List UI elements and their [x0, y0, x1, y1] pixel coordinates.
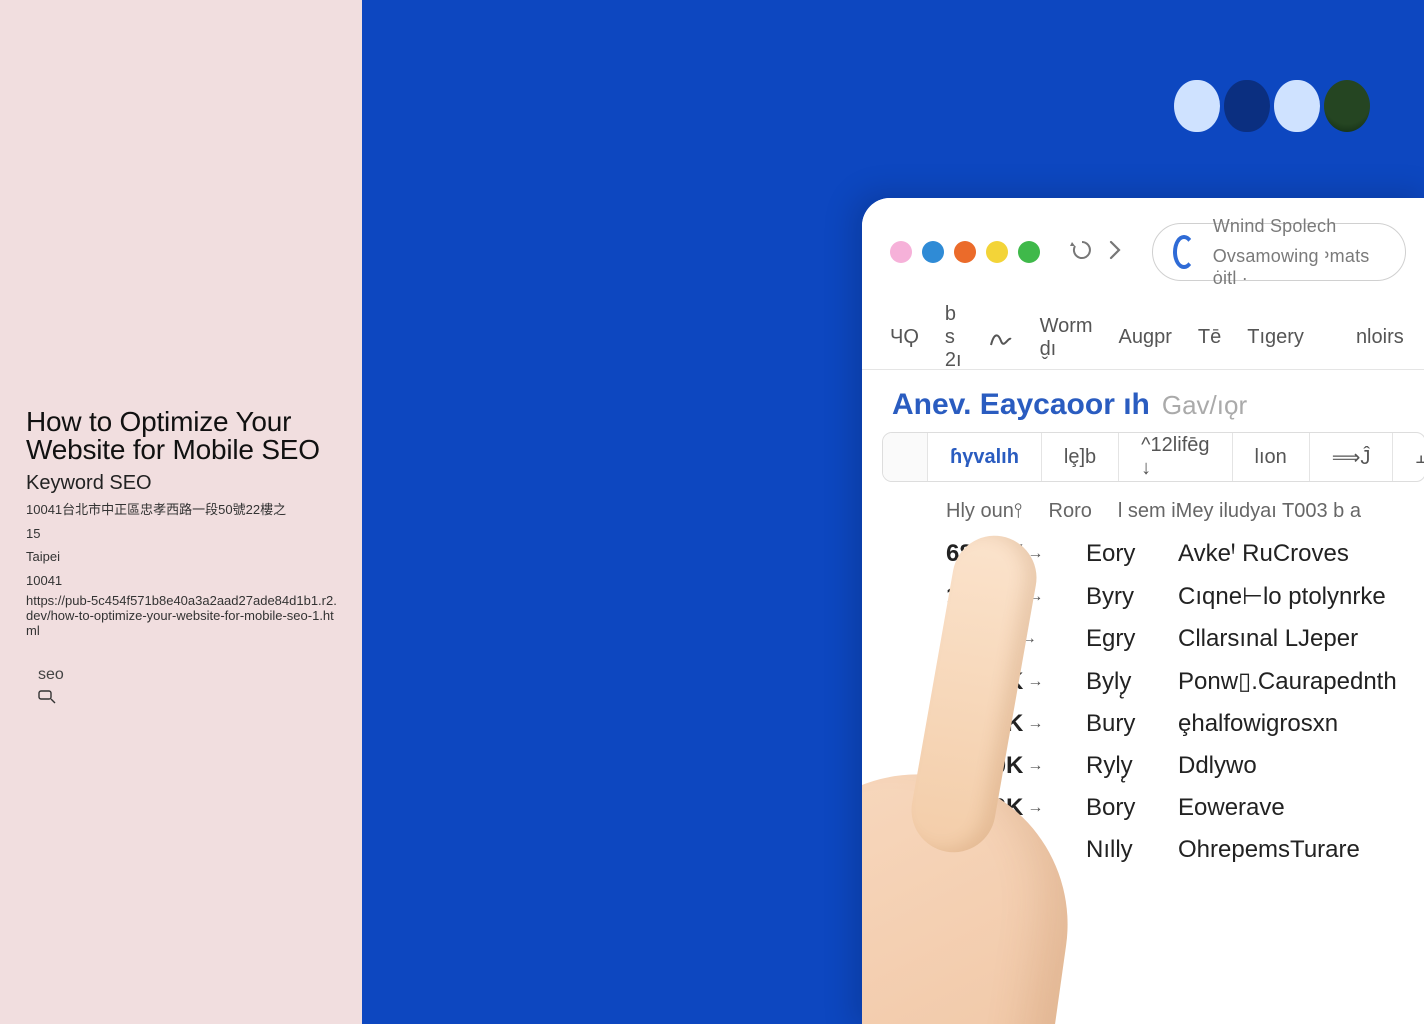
page-title: How to Optimize Your Website for Mobile …	[26, 408, 342, 464]
row-tag: Eory	[1086, 540, 1148, 568]
row-label: Eowerave	[1178, 794, 1285, 822]
filter-cell[interactable]: ɦγvalıh	[928, 433, 1042, 481]
row-count: 13 00K →	[946, 583, 1056, 611]
headline: Anev. Eaycaoor ıh Gav/ıǫr	[882, 370, 1424, 432]
tab-item[interactable]: b s 2ı	[945, 303, 962, 372]
filter-cell[interactable]: ⫠	[1393, 433, 1424, 481]
tab-strip: ЧϘ b s 2ı Worm d̬ı Augpr Tē Tıgery nloir…	[862, 306, 1424, 370]
city: Taipei	[26, 548, 342, 566]
traffic-dot[interactable]	[1018, 241, 1040, 263]
subhead-b: Roro	[1049, 500, 1092, 523]
tab-item[interactable]	[988, 327, 1014, 349]
hero-panel: Wnind Spolech Ovsamowing ᠈mats ȯitl · ЧϘ…	[362, 0, 1424, 1024]
trend-icon: →	[1029, 883, 1045, 901]
address-line-2: 15	[26, 525, 342, 543]
browser-window: Wnind Spolech Ovsamowing ᠈mats ȯitl · ЧϘ…	[862, 198, 1424, 1024]
filter-bar: ɦγvalıh lȩ]b ^12lifēg ↓ lıon ⟹Ĵ ⫠ TҞ Exc…	[882, 432, 1424, 482]
content-area: Anev. Eaycaoor ıh Gav/ıǫr ɦγvalıh lȩ]b ^…	[862, 370, 1424, 913]
result-row[interactable]: S0 00K → Nılly OhrepemsTurare	[882, 829, 1424, 871]
row-label: ȩhalfowigrosxn	[1178, 710, 1338, 738]
tab-item[interactable]: Tıgery	[1247, 326, 1304, 349]
logo-glyph	[1324, 80, 1370, 132]
result-row[interactable]: 68 00K → Eory AvkeꞋ RuCroves	[882, 533, 1424, 575]
result-list: 68 00K → Eory AvkeꞋ RuCroves 13 00K → Byry Cı…	[882, 533, 1424, 913]
filter-cell[interactable]: lıon	[1233, 433, 1310, 481]
result-row[interactable]: 17 00K → Ryly̨ Ddlywo	[882, 745, 1424, 787]
crop-icon	[26, 690, 342, 709]
result-row[interactable]: 8Ƚ 00K →	[882, 871, 1424, 913]
trend-icon: →	[1030, 841, 1046, 859]
result-row[interactable]: 13 00K → Byry Cıqne⊢lo ptolynrke	[882, 575, 1424, 618]
row-count: 8Ƚ 00K →	[946, 878, 1056, 906]
tab-item[interactable]: ЧϘ	[890, 326, 919, 349]
result-row[interactable]: 32 00K → Bory Eowerave	[882, 787, 1424, 829]
trend-icon: →	[1021, 630, 1037, 648]
tab-item[interactable]: Worm d̬ı	[1040, 315, 1093, 361]
logo-glyph	[1224, 80, 1270, 132]
filter-cell[interactable]: ^12lifēg ↓	[1119, 433, 1232, 481]
trend-icon: →	[1027, 715, 1043, 733]
subheader-row: Hly oun⫯ Roro l sem iMey iludyaı T003 b …	[882, 482, 1424, 533]
headline-secondary: Gav/ıǫr	[1162, 390, 1247, 421]
address-line-1: 10041台北市中正區忠孝西路一段50號22樓之	[26, 501, 342, 519]
row-tag: Egry	[1086, 625, 1148, 653]
result-row[interactable]: 80 00K → Byly̨ Ponw▯.Caurapednth	[882, 660, 1424, 703]
history-icon[interactable]	[1068, 240, 1096, 265]
tab-item[interactable]: nloirs	[1356, 326, 1404, 349]
filter-cell[interactable]: lȩ]b	[1042, 433, 1119, 481]
row-count: 17 00K →	[946, 752, 1056, 780]
trend-icon: →	[1027, 673, 1043, 691]
seo-tag: seo	[26, 666, 342, 684]
row-count: 82 00K →	[946, 710, 1056, 738]
sidebar: How to Optimize Your Website for Mobile …	[0, 0, 362, 1024]
traffic-dot[interactable]	[954, 241, 976, 263]
address-bar[interactable]: Wnind Spolech Ovsamowing ᠈mats ȯitl ·	[1152, 223, 1406, 281]
browser-toolbar: Wnind Spolech Ovsamowing ᠈mats ȯitl ·	[862, 198, 1424, 306]
trend-icon: →	[1027, 545, 1043, 563]
logo-glyph	[1274, 80, 1320, 132]
address-text: Wnind Spolech Ovsamowing ᠈mats ȯitl ·	[1213, 216, 1385, 289]
traffic-dot[interactable]	[922, 241, 944, 263]
row-label: Ddlywo	[1178, 752, 1257, 780]
row-tag: Byry	[1086, 583, 1148, 611]
row-label: Cıqne⊢lo ptolynrke	[1178, 582, 1386, 611]
row-count: 32 00K →	[946, 794, 1056, 822]
page-subtitle: Keyword SEO	[26, 472, 342, 495]
subhead-c: l sem iMey iludyaı T003 b a	[1118, 500, 1361, 523]
traffic-dot[interactable]	[890, 241, 912, 263]
tab-item[interactable]: Augpr	[1119, 326, 1172, 349]
row-tag: Bury	[1086, 710, 1148, 738]
forward-icon[interactable]	[1106, 238, 1124, 267]
subhead-a: Hly oun⫯	[946, 500, 1023, 523]
trend-icon: →	[1027, 799, 1043, 817]
page-url: https://pub-5c454f571b8e40a3a2aad27ade84…	[26, 593, 342, 638]
filter-cell[interactable]: ⟹Ĵ	[1310, 433, 1394, 481]
row-tag: Ryly̨	[1086, 752, 1148, 780]
loading-icon	[1173, 235, 1195, 269]
nav-arrows	[1068, 238, 1124, 267]
zip: 10041	[26, 572, 342, 590]
traffic-lights	[890, 241, 1040, 263]
tab-item[interactable]: Tē	[1198, 326, 1221, 349]
logo	[1174, 80, 1370, 132]
row-label: Ponw▯.Caurapednth	[1178, 667, 1397, 696]
headline-primary: Anev. Eaycaoor ıh	[892, 388, 1150, 422]
row-tag: Bory	[1086, 794, 1148, 822]
trend-icon: →	[1027, 757, 1043, 775]
logo-glyph	[1174, 80, 1220, 132]
result-row[interactable]: 82 00K → Bury ȩhalfowigrosxn	[882, 703, 1424, 745]
row-tag: Nılly	[1086, 836, 1148, 864]
row-tag: Byly̨	[1086, 668, 1148, 696]
row-label: AvkeꞋ RuCroves	[1178, 540, 1349, 568]
row-label: OhrepemsTurare	[1178, 836, 1360, 864]
traffic-dot[interactable]	[986, 241, 1008, 263]
row-count: 8I 00K →	[946, 625, 1056, 653]
row-count: S0 00K →	[946, 836, 1056, 864]
filter-head[interactable]	[883, 433, 928, 481]
result-row[interactable]: 8I 00K → Egry Cllarsınal LJeper	[882, 618, 1424, 660]
row-count: 80 00K →	[946, 668, 1056, 696]
row-label: Cllarsınal LJeper	[1178, 625, 1358, 653]
trend-icon: →	[1027, 588, 1043, 606]
row-count: 68 00K →	[946, 540, 1056, 568]
